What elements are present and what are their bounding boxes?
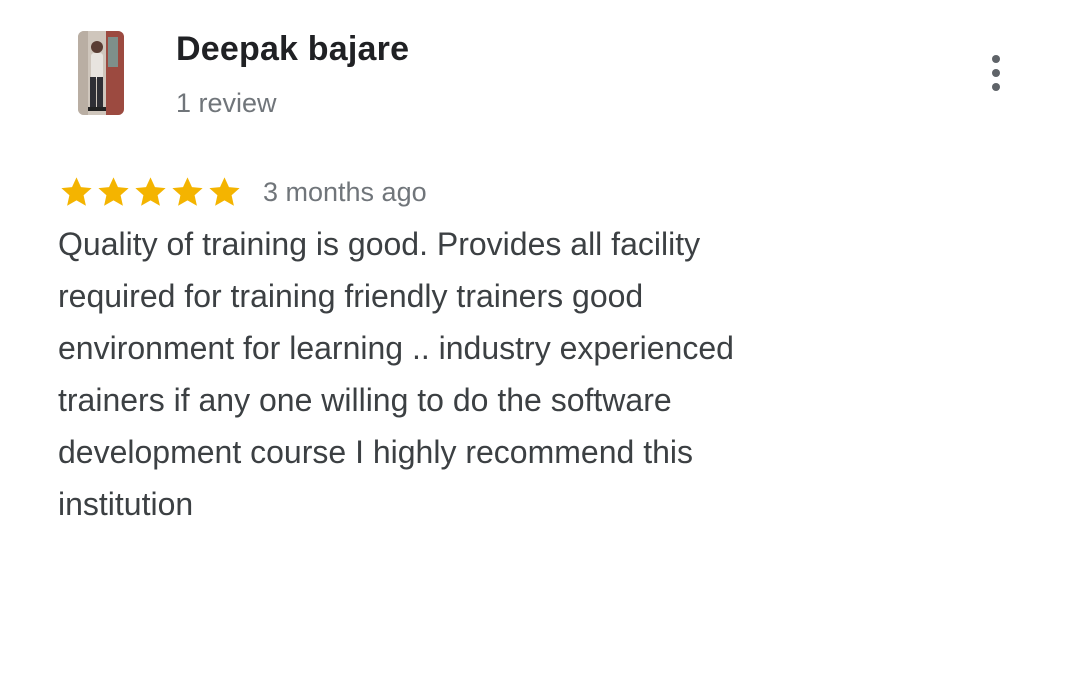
review-text: Quality of training is good. Provides al… [58, 218, 918, 530]
star-icon [58, 174, 95, 211]
review-text-line: environment for learning .. industry exp… [58, 330, 734, 366]
more-vert-icon [992, 55, 1000, 91]
author-name[interactable]: Deepak bajare [176, 30, 409, 69]
star-icon [132, 174, 169, 211]
star-icon [95, 174, 132, 211]
star-rating [58, 174, 243, 211]
review-text-line: development course I highly recommend th… [58, 434, 693, 470]
review-text-line: trainers if any one willing to do the so… [58, 382, 672, 418]
review-text-line: required for training friendly trainers … [58, 278, 644, 314]
star-icon [206, 174, 243, 211]
star-icon [169, 174, 206, 211]
author-avatar[interactable] [78, 31, 124, 115]
review-text-line: Quality of training is good. Provides al… [58, 226, 701, 262]
author-review-count: 1 review [176, 88, 277, 118]
review-text-line: institution [58, 486, 194, 522]
more-options-button[interactable] [976, 50, 1016, 96]
user-photo-avatar-icon [78, 31, 124, 115]
review-time: 3 months ago [263, 176, 427, 207]
rating-row: 3 months ago [58, 170, 427, 214]
review-card: Deepak bajare 1 review 3 months ago Qual… [0, 0, 1077, 691]
